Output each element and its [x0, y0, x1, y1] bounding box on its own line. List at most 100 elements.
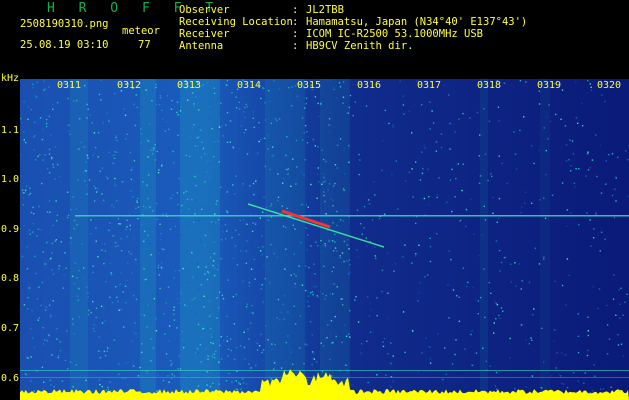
noise-speckle — [136, 200, 138, 202]
noise-speckle — [77, 207, 79, 209]
noise-speckle — [336, 144, 339, 146]
noise-speckle — [155, 83, 157, 86]
noise-speckle — [68, 276, 70, 278]
noise-speckle — [213, 241, 215, 243]
noise-speckle — [294, 323, 297, 325]
noise-speckle — [114, 151, 116, 153]
noise-speckle — [457, 163, 459, 165]
noise-speckle — [218, 161, 220, 163]
noise-speckle — [547, 138, 549, 140]
noise-speckle — [495, 239, 498, 242]
noise-speckle — [428, 204, 430, 206]
noise-speckle — [56, 214, 59, 216]
noise-speckle — [246, 106, 248, 108]
noise-speckle — [46, 340, 48, 342]
noise-speckle — [161, 164, 163, 166]
noise-speckle — [349, 336, 351, 338]
noise-speckle — [66, 363, 68, 365]
noise-speckle — [60, 241, 62, 243]
noise-speckle — [143, 314, 145, 317]
noise-speckle — [194, 96, 197, 98]
noise-speckle — [295, 183, 297, 185]
noise-speckle — [264, 247, 266, 249]
noise-speckle — [346, 368, 348, 370]
noise-speckle — [530, 145, 533, 147]
noise-speckle — [193, 103, 195, 105]
noise-speckle — [417, 371, 419, 374]
noise-speckle — [520, 288, 522, 290]
noise-speckle — [106, 176, 108, 179]
noise-speckle — [530, 202, 533, 204]
noise-speckle — [171, 194, 174, 196]
noise-speckle — [390, 362, 392, 365]
noise-speckle — [560, 118, 562, 120]
noise-speckle — [615, 200, 617, 202]
noise-speckle — [193, 105, 196, 108]
noise-speckle — [82, 277, 85, 280]
noise-speckle — [226, 112, 229, 114]
noise-speckle — [387, 353, 389, 355]
noise-speckle — [475, 352, 478, 354]
noise-speckle — [294, 85, 297, 87]
noise-speckle — [37, 160, 40, 162]
noise-speckle — [244, 106, 246, 109]
noise-speckle — [118, 309, 120, 311]
noise-speckle — [320, 239, 322, 242]
noise-speckle — [316, 197, 318, 199]
noise-speckle — [448, 250, 450, 252]
noise-speckle — [226, 211, 229, 214]
noise-speckle — [345, 364, 347, 366]
noise-speckle — [361, 343, 363, 345]
noise-speckle — [551, 194, 554, 196]
noise-speckle — [354, 101, 356, 103]
noise-speckle — [455, 177, 457, 180]
noise-speckle — [108, 151, 110, 154]
noise-speckle — [238, 382, 240, 384]
noise-speckle — [25, 145, 27, 148]
noise-speckle — [221, 294, 223, 297]
noise-speckle — [610, 386, 612, 388]
noise-speckle — [615, 314, 617, 316]
noise-speckle — [186, 223, 189, 226]
noise-speckle — [302, 115, 304, 117]
noise-speckle — [153, 147, 155, 149]
noise-speckle — [342, 81, 345, 83]
noise-speckle — [234, 245, 237, 247]
noise-speckle — [260, 288, 262, 290]
noise-speckle — [306, 344, 308, 346]
noise-speckle — [282, 303, 284, 305]
noise-speckle — [541, 327, 543, 329]
noise-speckle — [586, 212, 588, 214]
noise-speckle — [586, 92, 588, 94]
noise-speckle — [318, 115, 320, 118]
noise-speckle — [226, 335, 228, 338]
noise-speckle — [488, 120, 490, 122]
noise-speckle — [561, 182, 564, 184]
noise-speckle — [90, 219, 92, 221]
noise-speckle — [22, 142, 25, 144]
noise-speckle — [587, 334, 589, 337]
noise-speckle — [312, 293, 314, 296]
noise-speckle — [21, 295, 24, 298]
noise-speckle — [617, 344, 620, 346]
noise-speckle — [245, 306, 248, 308]
noise-speckle — [484, 219, 487, 221]
noise-speckle — [167, 375, 169, 377]
noise-speckle — [415, 253, 417, 255]
noise-speckle — [45, 386, 48, 388]
noise-speckle — [178, 269, 180, 272]
noise-speckle — [50, 316, 52, 318]
noise-speckle — [264, 102, 266, 104]
noise-speckle — [217, 140, 219, 142]
noise-speckle — [283, 318, 286, 320]
noise-speckle — [200, 361, 202, 363]
noise-speckle — [158, 264, 160, 267]
noise-speckle — [93, 344, 95, 347]
noise-speckle — [282, 182, 284, 184]
noise-speckle — [494, 385, 497, 387]
noise-speckle — [204, 234, 207, 237]
noise-speckle — [334, 241, 336, 243]
noise-speckle — [218, 111, 220, 114]
noise-speckle — [292, 363, 294, 366]
noise-speckle — [95, 146, 97, 149]
